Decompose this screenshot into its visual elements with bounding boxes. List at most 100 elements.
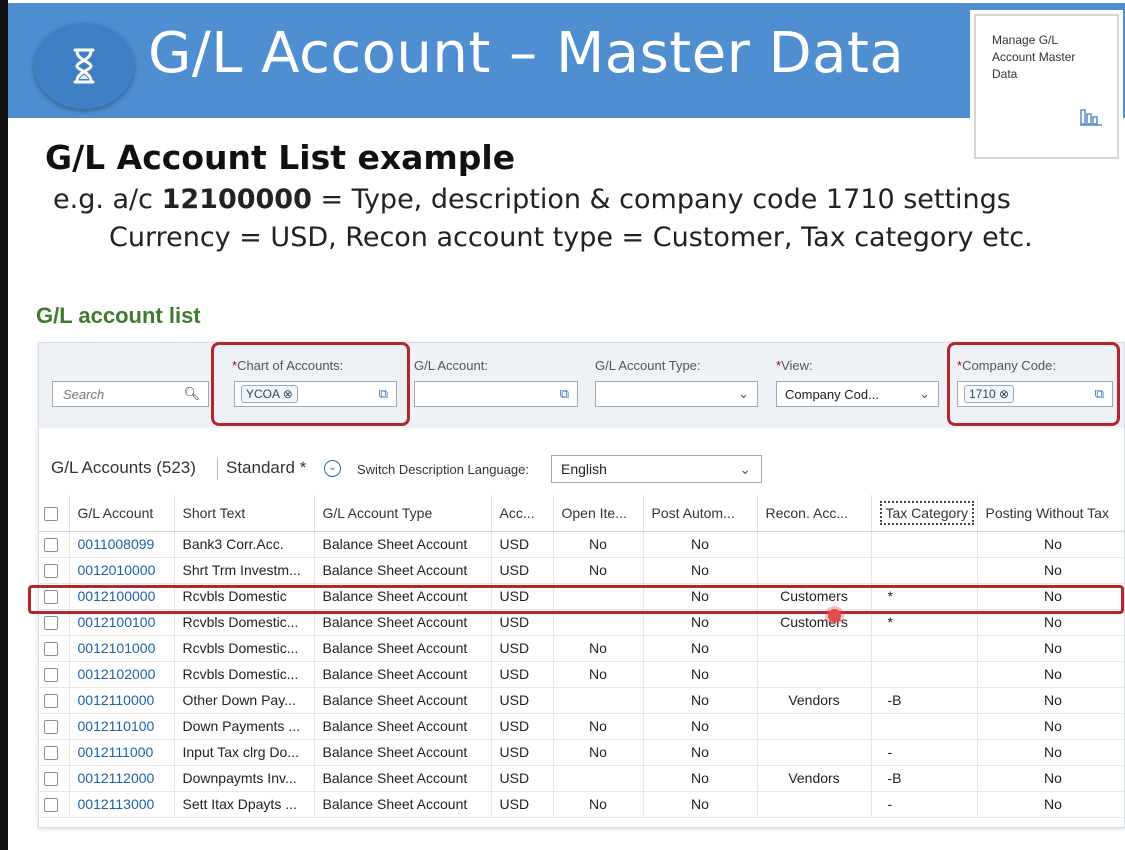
example-line-2: Currency = USD, Recon account type = Cus… xyxy=(109,222,1033,253)
line1-suffix: = Type, description & company code 1710 … xyxy=(311,184,1011,215)
row-checkbox[interactable] xyxy=(39,661,70,688)
post-auto-cell: No xyxy=(643,661,758,688)
row-checkbox[interactable] xyxy=(39,531,70,558)
open-item-cell: No xyxy=(553,635,644,662)
table-header-row: G/L Account Short Text G/L Account Type … xyxy=(39,495,1124,532)
recon-account-cell xyxy=(757,739,872,766)
app-tile[interactable]: Manage G/L Account Master Data xyxy=(974,14,1119,159)
short-text-cell: Sett Itax Dpayts ... xyxy=(174,791,315,818)
col-short-text[interactable]: Short Text xyxy=(174,495,315,532)
col-recon-account[interactable]: Recon. Acc... xyxy=(757,495,872,532)
checkbox[interactable] xyxy=(44,772,58,787)
posting-without-tax-cell: No xyxy=(977,713,1124,740)
gl-account-link[interactable]: 0012101000 xyxy=(69,635,175,662)
post-auto-cell: No xyxy=(643,739,758,766)
short-text-cell: Downpaymts Inv... xyxy=(174,765,315,792)
gl-account-link[interactable]: 0011008099 xyxy=(69,531,175,558)
chevron-down-icon[interactable]: ⌄ xyxy=(739,461,751,478)
gl-account-field[interactable]: ⧉ xyxy=(414,381,578,407)
table-row[interactable]: 0011008099 Bank3 Corr.Acc. Balance Sheet A… xyxy=(39,531,1124,558)
checkbox[interactable] xyxy=(44,642,58,657)
posting-without-tax-cell: No xyxy=(977,531,1124,558)
currency-cell: USD xyxy=(491,661,554,688)
gl-account-link[interactable]: 0012010000 xyxy=(69,557,175,584)
gl-account-link[interactable]: 0012111000 xyxy=(69,739,175,766)
search-input[interactable]: Search 🔍︎ xyxy=(52,381,209,407)
row-checkbox[interactable] xyxy=(39,687,70,714)
recon-account-cell xyxy=(757,635,872,662)
table-row[interactable]: 0012111000 Input Tax clrg Do... Balance Sh… xyxy=(39,739,1124,766)
line1-prefix: e.g. a/c xyxy=(53,184,162,215)
highlight-company-code xyxy=(947,342,1120,426)
checkbox[interactable] xyxy=(44,746,58,761)
row-checkbox[interactable] xyxy=(39,791,70,818)
gl-type-cell: Balance Sheet Account xyxy=(314,635,492,662)
checkbox[interactable] xyxy=(44,720,58,735)
open-item-cell: No xyxy=(553,713,644,740)
col-gl-account[interactable]: G/L Account xyxy=(69,495,175,532)
slide: G/L Account – Master Data Manage G/L Acc… xyxy=(8,0,1125,850)
gl-account-link[interactable]: 0012110000 xyxy=(69,687,175,714)
tax-category-cell xyxy=(871,635,978,662)
checkbox[interactable] xyxy=(44,668,58,683)
table-row[interactable]: 0012101000 Rcvbls Domestic... Balance Shee… xyxy=(39,635,1124,662)
recon-account-cell xyxy=(757,791,872,818)
value-help-icon[interactable]: ⧉ xyxy=(560,386,569,402)
table-row[interactable]: 0012110100 Down Payments ... Balance Sheet… xyxy=(39,713,1124,740)
col-post-automatically[interactable]: Post Autom... xyxy=(643,495,758,532)
select-all-checkbox[interactable] xyxy=(39,495,70,532)
checkbox[interactable] xyxy=(44,694,58,709)
checkbox[interactable] xyxy=(44,616,58,631)
variant-dropdown-icon[interactable]: ⌄ xyxy=(324,460,341,477)
checkbox[interactable] xyxy=(44,564,58,579)
chevron-down-icon[interactable]: ⌄ xyxy=(738,386,749,402)
gl-type-cell: Balance Sheet Account xyxy=(314,531,492,558)
posting-without-tax-cell: No xyxy=(977,687,1124,714)
checkbox[interactable] xyxy=(44,538,58,553)
gl-account-label: G/L Account: xyxy=(414,358,488,373)
checkbox[interactable] xyxy=(44,798,58,813)
table-row[interactable]: 0012110000 Other Down Pay... Balance Sheet… xyxy=(39,687,1124,714)
col-gl-account-type[interactable]: G/L Account Type xyxy=(314,495,492,532)
view-label-text: View: xyxy=(781,358,813,373)
row-checkbox[interactable] xyxy=(39,739,70,766)
col-posting-without-tax[interactable]: Posting Without Tax xyxy=(977,495,1124,532)
chart-icon xyxy=(1080,109,1102,126)
row-checkbox[interactable] xyxy=(39,713,70,740)
search-placeholder: Search xyxy=(63,387,105,402)
gl-type-cell: Balance Sheet Account xyxy=(314,713,492,740)
col-account-currency[interactable]: Acc... xyxy=(491,495,554,532)
gl-account-type-label: G/L Account Type: xyxy=(595,358,701,373)
tax-category-cell: -B xyxy=(871,765,978,792)
mouse-cursor xyxy=(828,609,841,622)
short-text-cell: Bank3 Corr.Acc. xyxy=(174,531,315,558)
row-checkbox[interactable] xyxy=(39,635,70,662)
chevron-down-icon[interactable]: ⌄ xyxy=(919,386,930,402)
search-icon[interactable]: 🔍︎ xyxy=(183,386,200,402)
gl-account-link[interactable]: 0012110100 xyxy=(69,713,175,740)
row-checkbox[interactable] xyxy=(39,557,70,584)
post-auto-cell: No xyxy=(643,687,758,714)
gl-account-type-select[interactable]: ⌄ xyxy=(595,381,758,407)
table-row[interactable]: 0012112000 Downpaymts Inv... Balance Sheet… xyxy=(39,765,1124,792)
currency-cell: USD xyxy=(491,635,554,662)
col-tax-category[interactable]: Tax Category xyxy=(871,495,978,532)
variant-name[interactable]: Standard * xyxy=(226,458,306,478)
table-row[interactable]: 0012102000 Rcvbls Domestic... Balance Shee… xyxy=(39,661,1124,688)
table-title: G/L Accounts (523) xyxy=(51,458,196,477)
open-item-cell: No xyxy=(553,557,644,584)
tile-label: Manage G/L Account Master Data xyxy=(992,33,1076,81)
gl-type-cell: Balance Sheet Account xyxy=(314,739,492,766)
tax-category-header[interactable]: Tax Category xyxy=(879,500,974,525)
gl-account-link[interactable]: 0012113000 xyxy=(69,791,175,818)
gl-account-link[interactable]: 0012102000 xyxy=(69,661,175,688)
language-select[interactable]: English ⌄ xyxy=(551,455,762,483)
view-select[interactable]: Company Cod... ⌄ xyxy=(776,381,939,407)
recon-account-cell xyxy=(757,713,872,740)
table-row[interactable]: 0012113000 Sett Itax Dpayts ... Balance Sh… xyxy=(39,791,1124,818)
table-row[interactable]: 0012010000 Shrt Trm Investm... Balance She… xyxy=(39,557,1124,584)
gl-account-link[interactable]: 0012112000 xyxy=(69,765,175,792)
recon-account-cell: Vendors xyxy=(757,687,872,714)
row-checkbox[interactable] xyxy=(39,765,70,792)
col-open-item[interactable]: Open Ite... xyxy=(553,495,644,532)
